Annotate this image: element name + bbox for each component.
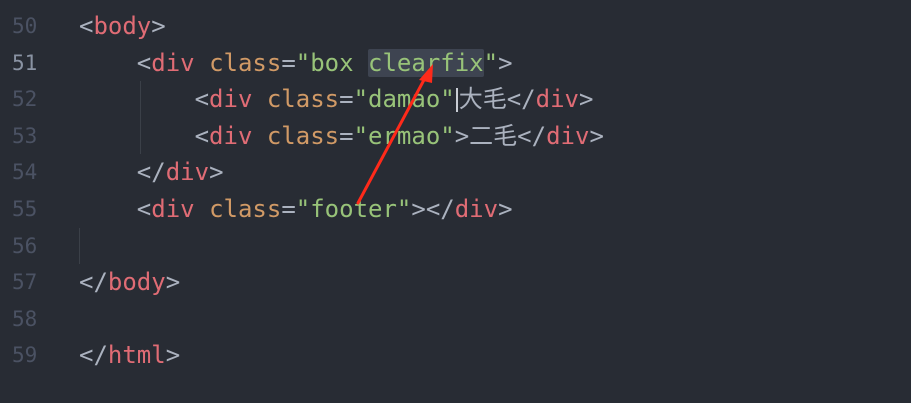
code-line-51[interactable]: <div class="box clearfix"> (79, 45, 911, 82)
token-tag: div (209, 121, 253, 150)
token-string: " (353, 121, 369, 150)
line-number: 52 (12, 87, 38, 112)
token-attr: class (266, 121, 340, 150)
token-punct: = (339, 121, 354, 150)
line-number: 56 (12, 233, 38, 258)
token-tag: div (209, 85, 253, 114)
token-tag: body (107, 268, 166, 297)
token-punct: < (136, 194, 152, 223)
token-punct: > (165, 341, 181, 370)
token-punct: > (498, 48, 513, 77)
token-punct: > (209, 158, 224, 187)
token-punct: < (79, 12, 94, 40)
code-area[interactable]: <body> <div class="box clearfix"> <div c… (79, 8, 911, 374)
code-line-58[interactable] (79, 301, 911, 338)
token-punct: = (281, 48, 296, 77)
token-string: " (440, 85, 455, 114)
token-string: " (440, 121, 455, 150)
token-tag: html (107, 341, 166, 370)
token-punct: </ (517, 121, 547, 150)
token-string: " (396, 194, 412, 223)
token-punct: < (194, 85, 210, 114)
token-tag: body (93, 12, 152, 40)
token-punct: > (165, 268, 181, 297)
token-punct: > (498, 194, 513, 223)
code-line-56[interactable] (79, 227, 911, 265)
line-number: 54 (12, 160, 38, 185)
indent-guide (140, 81, 141, 118)
token-punct: < (136, 48, 152, 77)
token-punct: </ (79, 268, 108, 297)
token-punct: > (454, 121, 470, 150)
indent-guide (140, 117, 141, 155)
line-number: 59 (12, 343, 38, 368)
token-attr: class (266, 85, 340, 114)
token-text: 二毛 (469, 121, 518, 150)
token-punct: > (589, 121, 604, 150)
token-text: 大毛 (458, 85, 507, 114)
token-string: footer (310, 194, 397, 223)
token-attr: class (209, 194, 282, 223)
line-number: 55 (12, 196, 38, 221)
code-editor[interactable]: 50 51 52 53 54 55 56 57 58 59 <body> <di… (0, 0, 911, 403)
token-string: " (295, 48, 311, 77)
token-punct: < (194, 121, 210, 150)
code-line-50[interactable]: <body> (79, 8, 911, 45)
token-punct: = (339, 85, 354, 114)
line-number: 50 (12, 14, 38, 38)
line-number: 53 (12, 123, 38, 148)
token-punct: > (411, 194, 426, 223)
line-number: 58 (12, 306, 38, 331)
code-line-54[interactable]: </div> (79, 154, 911, 191)
token-punct: = (281, 194, 296, 223)
line-number-gutter: 50 51 52 53 54 55 56 57 58 59 (0, 8, 60, 374)
text-cursor-icon (455, 88, 458, 113)
indent-guide (79, 227, 80, 265)
code-line-52[interactable]: <div class="damao" 大毛</div> (79, 81, 911, 118)
token-tag: div (535, 85, 579, 114)
token-tag: div (165, 158, 210, 187)
token-attr: class (209, 48, 282, 77)
code-line-53[interactable]: <div class="ermao">二毛</div> (79, 117, 911, 155)
token-tag: div (546, 121, 590, 150)
token-punct: > (151, 12, 166, 40)
token-tag: div (151, 194, 195, 223)
token-tag: div (151, 48, 195, 77)
line-number-active: 51 (12, 50, 38, 75)
line-number: 57 (12, 270, 38, 295)
token-string: " (295, 194, 311, 223)
token-punct: </ (79, 341, 108, 370)
code-line-59[interactable]: </html> (79, 337, 911, 374)
token-string: " (353, 85, 369, 114)
token-string: ermao (368, 121, 441, 150)
token-string: damao (368, 85, 441, 114)
token-punct: > (578, 85, 594, 114)
token-string: box (310, 48, 369, 77)
code-line-55[interactable]: <div class="footer"></div> (79, 191, 911, 228)
token-punct: </ (506, 85, 536, 114)
token-punct: </ (425, 194, 455, 223)
token-string: " (483, 48, 499, 77)
token-punct: </ (136, 158, 166, 187)
selected-text-clearfix[interactable]: clearfix (368, 48, 484, 77)
code-line-57[interactable]: </body> (79, 264, 911, 301)
token-tag: div (454, 194, 499, 223)
